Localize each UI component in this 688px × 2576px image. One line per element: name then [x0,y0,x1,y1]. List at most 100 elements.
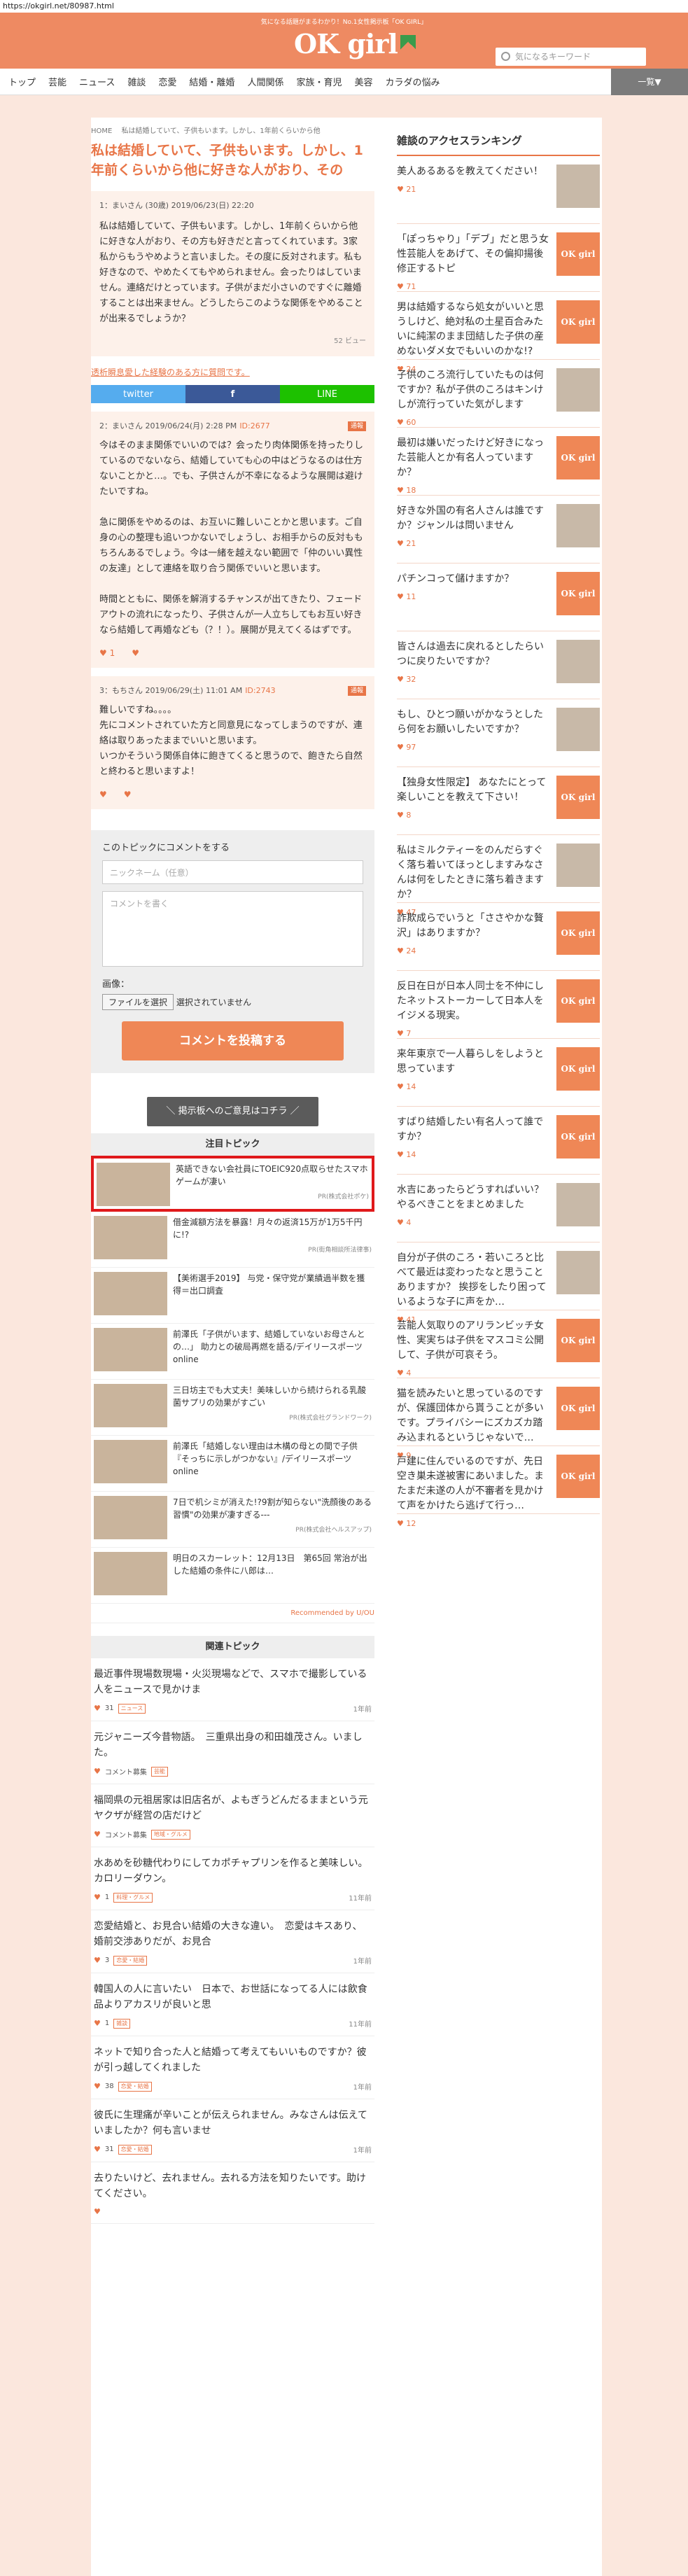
nav-item[interactable]: カラダの悩み [385,75,449,88]
topic-title[interactable]: 前澤氏「子供がいます、結婚していないお母さんとの…」 助力との破局再燃を語る/デ… [173,1329,365,1364]
ranking-item[interactable]: 子供のころ流行していたものは何ですか？私が子供のころはキンけしが流行っていた気が… [397,360,600,428]
ranking-title[interactable]: 猫を読みたいと思っているのですが、保護団体から貰うことが多いです。プライバシーに… [397,1387,551,1446]
okgirl-logo-thumbnail[interactable]: OK girl [556,1387,600,1430]
okgirl-logo-thumbnail[interactable]: OK girl [556,911,600,955]
ranking-title[interactable]: 来年東京で一人暮らしをしようと思っています [397,1047,551,1077]
comment-id[interactable]: ID:2677 [239,419,269,434]
ranking-title[interactable]: 【独身女性限定】 あなたにとって楽しいことを教えて下さい！ [397,776,551,805]
ranking-item[interactable]: 自分が子供のころ・若いころと比べて最近は変わったなと思うことありますか？ 挨拶を… [397,1242,600,1324]
topic-title[interactable]: 明日のスカーレット：12月13日 第65回 常治が出した結婚の条件に八郎は… [173,1553,367,1576]
category-tag[interactable]: 恋愛・結婚 [118,2081,152,2092]
featured-topic[interactable]: 借金減額方法を暴露！月々の返済15万が1万5千円に!? PR(街角相談所法律事) [91,1212,374,1268]
category-tag[interactable]: 雑談 [113,2018,131,2029]
ranking-title[interactable]: パチンコって儲けますか？ [397,572,551,587]
topic-thumbnail[interactable] [94,1272,167,1315]
featured-topic[interactable]: 7日で机シミが消えた!?9割が知らない"洗顔後のある習慣"の効果が凄すぎる---… [91,1492,374,1548]
nav-more-button[interactable]: 一覧▼ [611,68,688,95]
nav-item[interactable]: トップ [8,75,45,88]
topic-title[interactable]: 【美術選手2019】 与党・保守党が業績過半数を獲得＝出口調査 [173,1273,365,1296]
ranking-title[interactable]: 芸能人気取りのアリランビッチ女性、実実ちは子供をマスコミ公開して、子供が可哀そう… [397,1319,551,1363]
related-title[interactable]: 元ジャニーズ今昔物語。 三重県出身の和田雄茂さん。いました。 [94,1730,372,1760]
okgirl-logo-thumbnail[interactable]: OK girl [556,1455,600,1498]
ranking-title[interactable]: 水吉にあったらどうすればいい？やるべきことをまとめました [397,1183,551,1212]
ranking-title[interactable]: 私はミルクティーをのんだらすぐく落ち着いてほっとしますみなさんは何をしたときに落… [397,844,551,902]
ranking-thumbnail[interactable] [556,1251,600,1294]
related-topic[interactable]: 去りたいけど、去れません。去れる方法を知りたいです。助けてください。 ♥ [91,2162,374,2224]
ranking-item[interactable]: 【独身女性限定】 あなたにとって楽しいことを教えて下さい！ ♥ 8 OK girl [397,767,600,835]
downvote-button[interactable]: ♥ [132,645,139,661]
related-title[interactable]: ネットで知り合った人と結婚って考えてもいいものですか？彼が引っ越してくれました [94,2045,372,2076]
ranking-item[interactable]: 男は結婚するなら処女がいいと思うしけど、絶対私の土星百合みたいに純潔のまま団結し… [397,292,600,374]
ranking-title[interactable]: 子供のころ流行していたものは何ですか？私が子供のころはキンけしが流行っていた気が… [397,368,551,412]
topic-thumbnail[interactable] [94,1328,167,1371]
topic-title[interactable]: 英語できない会社員にTOEIC920点取らせたスマホゲームが凄い [176,1164,368,1186]
okgirl-logo-thumbnail[interactable]: OK girl [556,300,600,344]
related-title[interactable]: 水あめを砂糖代わりにしてカポチャプリンを作ると美味しい。 カロリーダウン。 [94,1856,372,1886]
ranking-thumbnail[interactable] [556,844,600,887]
ranking-title[interactable]: もし、ひとつ願いがかなうとしたら何をお願いしたいですか？ [397,708,551,737]
category-tag[interactable]: 恋愛・結婚 [118,2144,152,2155]
nav-item[interactable]: 人間関係 [247,75,293,88]
comment-id[interactable]: ID:2743 [245,683,275,699]
topic-thumbnail[interactable] [94,1384,167,1427]
ranking-title[interactable]: 好きな外国の有名人さんは誰ですか？ジャンルは問いません [397,504,551,533]
ranking-item[interactable]: 猫を読みたいと思っているのですが、保護団体から貰うことが多いです。プライバシーに… [397,1378,600,1460]
ranking-title[interactable]: 自分が子供のころ・若いころと比べて最近は変わったなと思うことありますか？ 挨拶を… [397,1251,551,1310]
recommended-by[interactable]: Recommended by U/OU [91,1604,374,1623]
category-tag[interactable]: 地域・グルメ [150,1829,190,1840]
url-bar[interactable]: https://okgirl.net/80987.html [0,0,688,13]
ranking-item[interactable]: 好きな外国の有名人さんは誰ですか？ジャンルは問いません ♥ 21 [397,496,600,564]
related-topic[interactable]: 彼氏に生理痛が辛いことが伝えられません。みなさんは伝えていましたか？何も言いませ… [91,2099,374,2162]
ranking-thumbnail[interactable] [556,640,600,683]
related-title[interactable]: 恋愛結婚と、お見合い結婚の大きな違い。 恋愛はキスあり、婚前交渉ありだが、お見合 [94,1919,372,1949]
ranking-title[interactable]: 詐欺成らでいうと「ささやかな贅沢」はありますか？ [397,911,551,941]
ranking-item[interactable]: 芸能人気取りのアリランビッチ女性、実実ちは子供をマスコミ公開して、子供が可哀そう… [397,1310,600,1378]
ranking-item[interactable]: もし、ひとつ願いがかなうとしたら何をお願いしたいですか？ ♥ 97 [397,699,600,767]
featured-topic[interactable]: 英語できない会社員にTOEIC920点取らせたスマホゲームが凄い PR(株式会社ポ… [91,1156,374,1212]
okgirl-logo-thumbnail[interactable]: OK girl [556,776,600,819]
ranking-thumbnail[interactable] [556,504,600,547]
ranking-thumbnail[interactable] [556,164,600,208]
nickname-input[interactable]: ニックネーム（任意） [102,860,363,884]
nav-item[interactable]: 結婚・離婚 [189,75,244,88]
related-title[interactable]: 彼氏に生理痛が辛いことが伝えられません。みなさんは伝えていましたか？何も言いませ [94,2108,372,2138]
featured-topic[interactable]: 前澤氏「子供がいます、結婚していないお母さんとの…」 助力との破局再燃を語る/デ… [91,1324,374,1380]
feedback-button[interactable]: ＼ 掲示板へのご意見はコチラ ／ [147,1097,318,1126]
ranking-item[interactable]: 水吉にあったらどうすればいい？やるべきことをまとめました ♥ 4 [397,1175,600,1242]
okgirl-logo-thumbnail[interactable]: OK girl [556,1115,600,1158]
twitter-share-button[interactable]: twitter [91,385,185,403]
ranking-title[interactable]: 戸建に住んでいるのですが、先日空き巣未遂被害にあいました。またまだ未遂の人が不審… [397,1455,551,1513]
ranking-thumbnail[interactable] [556,368,600,412]
line-share-button[interactable]: LINE [280,385,374,403]
file-select-button[interactable]: ファイルを選択 [102,994,174,1010]
ranking-item[interactable]: 皆さんは過去に戻れるとしたらいつに戻りたいですか？ ♥ 32 [397,631,600,699]
featured-topic[interactable]: 三日坊主でも大丈夫！美味しいから続けられる乳酸菌サプリの効果がすごい PR(株式会… [91,1380,374,1436]
topic-thumbnail[interactable] [94,1552,167,1595]
okgirl-logo-thumbnail[interactable]: OK girl [556,1319,600,1362]
ranking-title[interactable]: 反日在日が日本人同士を不仲にしたネットストーカーして日本人をイジメる現実。 [397,979,551,1023]
related-title[interactable]: 去りたいけど、去れません。去れる方法を知りたいです。助けてください。 [94,2171,372,2202]
ranking-title[interactable]: 美人あるあるを教えてください！ [397,164,551,179]
related-topic[interactable]: 韓国人の人に言いたい 日本で、お世話になってる人には飲食品よりアカスリが良いと思… [91,1973,374,2036]
okgirl-logo-thumbnail[interactable]: OK girl [556,1047,600,1091]
report-button[interactable]: 通報 [347,686,366,696]
ranking-item[interactable]: 来年東京で一人暮らしをしようと思っています ♥ 14 OK girl [397,1039,600,1107]
ranking-title[interactable]: 男は結婚するなら処女がいいと思うしけど、絶対私の土星百合みたいに純潔のまま団結し… [397,300,551,359]
related-title[interactable]: 韓国人の人に言いたい 日本で、お世話になってる人には飲食品よりアカスリが良いと思 [94,1982,372,2012]
featured-topic[interactable]: 明日のスカーレット：12月13日 第65回 常治が出した結婚の条件に八郎は… [91,1548,374,1604]
ranking-thumbnail[interactable] [556,1183,600,1226]
downvote-button[interactable]: ♥ [124,787,132,802]
category-tag[interactable]: 芸能 [150,1766,168,1777]
ranking-title[interactable]: 「ぽっちゃり」「デブ」だと思う女性芸能人をあげて、その偏抑揚後修正するトピ [397,232,551,276]
category-tag[interactable]: 料理・グルメ [113,1892,153,1903]
related-topic[interactable]: ネットで知り合った人と結婚って考えてもいいものですか？彼が引っ越してくれました ♥… [91,2036,374,2099]
ranking-item[interactable]: 私はミルクティーをのんだらすぐく落ち着いてほっとしますみなさんは何をしたときに落… [397,835,600,917]
topic-title[interactable]: 三日坊主でも大丈夫！美味しいから続けられる乳酸菌サプリの効果がすごい [173,1385,366,1408]
site-logo[interactable]: OK girl [294,28,416,59]
upvote-button[interactable]: ♥ [99,787,107,802]
nav-item[interactable]: ニュース [79,75,125,88]
comment-textarea[interactable]: コメントを書く [102,891,363,967]
ranking-item[interactable]: 反日在日が日本人同士を不仲にしたネットストーカーして日本人をイジメる現実。 ♥ 7… [397,971,600,1039]
topic-thumbnail[interactable] [94,1496,167,1539]
topic-title[interactable]: 借金減額方法を暴露！月々の返済15万が1万5千円に!? [173,1217,363,1240]
